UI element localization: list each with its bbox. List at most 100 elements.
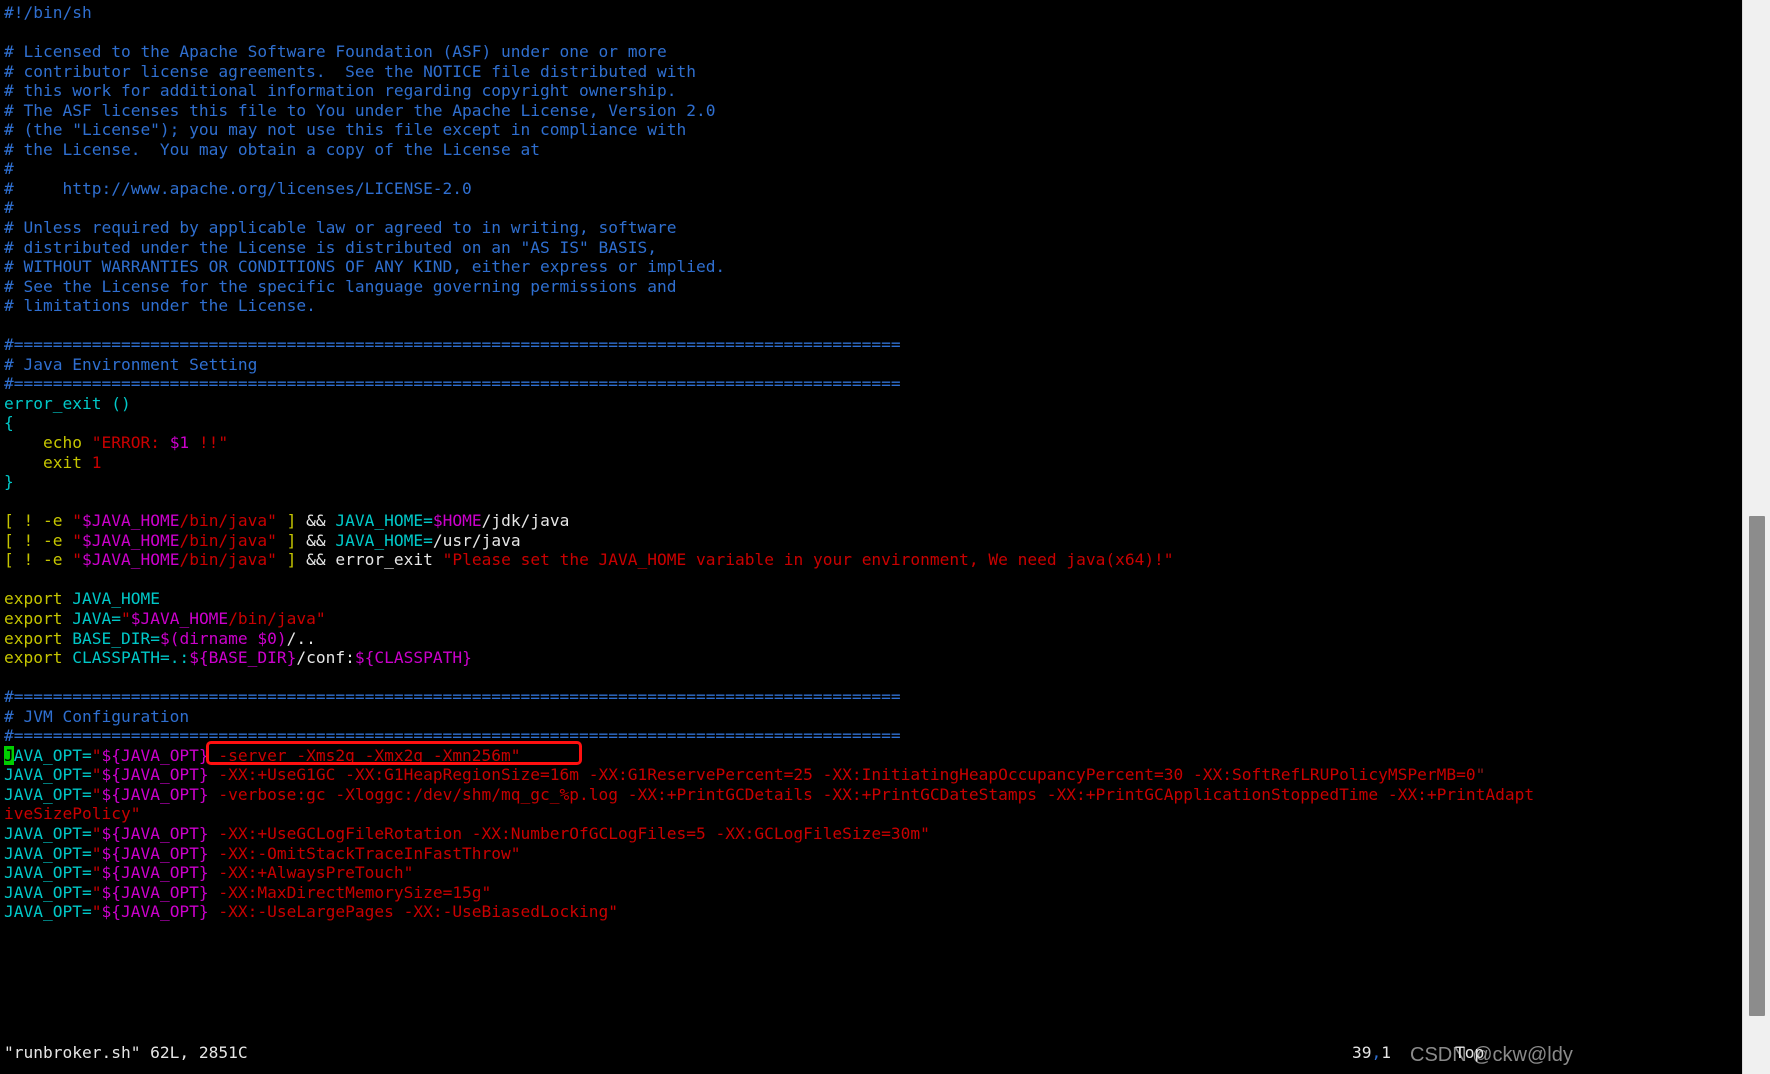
code-line[interactable]: # JVM Configuration	[4, 707, 1742, 727]
code-token: JAVA_OPT=	[4, 784, 92, 804]
code-line[interactable]: JAVA_OPT="${JAVA_OPT} -XX:MaxDirectMemor…	[4, 883, 1742, 903]
code-buffer[interactable]: #!/bin/sh # Licensed to the Apache Softw…	[4, 3, 1742, 922]
code-line[interactable]: # Licensed to the Apache Software Founda…	[4, 42, 1742, 62]
code-line[interactable]	[4, 668, 1742, 688]
code-token: ${BASE_DIR}	[189, 648, 297, 668]
code-token: JAVA_OPT=	[4, 765, 92, 785]
code-token: # limitations under the License.	[4, 296, 316, 316]
page-scrollbar[interactable]	[1742, 0, 1770, 1074]
code-token: export	[4, 608, 73, 628]
code-line[interactable]: error_exit ()	[4, 394, 1742, 414]
code-line[interactable]: # Java Environment Setting	[4, 355, 1742, 375]
code-line[interactable]: #	[4, 159, 1742, 179]
code-line[interactable]: JAVA_OPT="${JAVA_OPT} -XX:+UseGCLogFileR…	[4, 824, 1742, 844]
code-line[interactable]: export BASE_DIR=$(dirname $0)/..	[4, 629, 1742, 649]
scrollbar-thumb[interactable]	[1749, 516, 1765, 1016]
code-line[interactable]: # distributed under the License is distr…	[4, 238, 1742, 258]
code-line[interactable]: # See the License for the specific langu…	[4, 277, 1742, 297]
code-line[interactable]: #	[4, 198, 1742, 218]
code-line[interactable]: #!/bin/sh	[4, 3, 1742, 23]
code-line[interactable]: # contributor license agreements. See th…	[4, 62, 1742, 82]
code-line[interactable]: # http://www.apache.org/licenses/LICENSE…	[4, 179, 1742, 199]
code-line[interactable]: JAVA_OPT="${JAVA_OPT} -verbose:gc -Xlogg…	[4, 785, 1742, 805]
code-line[interactable]: # this work for additional information r…	[4, 81, 1742, 101]
code-token: # contributor license agreements. See th…	[4, 61, 696, 81]
code-line[interactable]: {	[4, 413, 1742, 433]
code-token: -XX:+UseGCLogFileRotation -XX:NumberOfGC…	[208, 823, 930, 843]
code-token: JAVA_OPT=	[4, 863, 92, 883]
code-token: "	[91, 902, 102, 922]
code-line[interactable]: # WITHOUT WARRANTIES OR CONDITIONS OF AN…	[4, 257, 1742, 277]
cursor-block: J	[4, 745, 14, 765]
code-line[interactable]: echo "ERROR: $1 !!"	[4, 433, 1742, 453]
code-token: exit	[42, 452, 92, 472]
code-line[interactable]	[4, 316, 1742, 336]
code-token: # See the License for the specific langu…	[4, 276, 677, 296]
vim-terminal[interactable]: #!/bin/sh # Licensed to the Apache Softw…	[0, 0, 1742, 1074]
code-token: JAVA_HOME=	[335, 511, 433, 531]
code-token: error_exit ()	[4, 393, 131, 413]
code-line[interactable]	[4, 492, 1742, 512]
code-token: export	[4, 628, 73, 648]
code-token: && error_exit	[306, 550, 443, 570]
code-line[interactable]: # Unless required by applicable law or a…	[4, 218, 1742, 238]
code-line[interactable]: JAVA_OPT="${JAVA_OPT} -XX:-OmitStackTrac…	[4, 844, 1742, 864]
code-token: "	[72, 511, 82, 531]
code-token: -XX:MaxDirectMemorySize=15g"	[208, 882, 492, 902]
code-token: {	[4, 413, 14, 433]
code-line[interactable]: [ ! -e "$JAVA_HOME/bin/java" ] && error_…	[4, 550, 1742, 570]
code-token: /bin/java"	[228, 608, 326, 628]
code-line[interactable]: exit 1	[4, 453, 1742, 473]
code-line[interactable]: export CLASSPATH=.:${BASE_DIR}/conf:${CL…	[4, 648, 1742, 668]
code-line[interactable]: export JAVA_HOME	[4, 589, 1742, 609]
code-token: -XX:+UseG1GC -XX:G1HeapRegionSize=16m -X…	[208, 765, 1476, 785]
code-line[interactable]: JAVA_OPT="${JAVA_OPT} -XX:+UseG1GC -XX:G…	[4, 765, 1742, 785]
code-token: # Licensed to the Apache Software Founda…	[4, 42, 667, 62]
code-token: JAVA_OPT=	[4, 902, 92, 922]
code-line[interactable]: JAVA_OPT="${JAVA_OPT} -XX:+AlwaysPreTouc…	[4, 863, 1742, 883]
code-token: "	[1475, 765, 1486, 785]
code-line[interactable]: #=======================================…	[4, 726, 1742, 746]
code-token: }	[4, 472, 14, 492]
code-token: # The ASF licenses this file to You unde…	[4, 100, 716, 120]
code-line[interactable]: }	[4, 472, 1742, 492]
code-line[interactable]	[4, 570, 1742, 590]
code-line[interactable]: JAVA_OPT="${JAVA_OPT} -XX:-UseLargePages…	[4, 902, 1742, 922]
code-token: iveSizePolicy"	[4, 804, 141, 824]
code-token: #	[4, 198, 14, 218]
code-token: # http://www.apache.org/licenses/LICENSE…	[4, 178, 472, 198]
code-line[interactable]: # the License. You may obtain a copy of …	[4, 140, 1742, 160]
code-token: #	[4, 159, 14, 179]
code-token: "	[91, 882, 102, 902]
code-line[interactable]	[4, 23, 1742, 43]
code-line[interactable]: # The ASF licenses this file to You unde…	[4, 101, 1742, 121]
code-line[interactable]: iveSizePolicy"	[4, 804, 1742, 824]
code-line[interactable]: #=======================================…	[4, 335, 1742, 355]
code-line[interactable]: #=======================================…	[4, 374, 1742, 394]
code-token: #=======================================…	[4, 726, 901, 746]
code-line[interactable]: [ ! -e "$JAVA_HOME/bin/java" ] && JAVA_H…	[4, 511, 1742, 531]
code-token: ]	[276, 550, 307, 570]
code-token: export	[4, 648, 73, 668]
code-line[interactable]: # (the "License"); you may not use this …	[4, 120, 1742, 140]
vim-ruler: 39,1	[1352, 1043, 1391, 1062]
code-token: [ ! -e	[4, 550, 73, 570]
code-token: $JAVA_HOME	[81, 530, 180, 550]
code-line[interactable]: export JAVA="$JAVA_HOME/bin/java"	[4, 609, 1742, 629]
code-line[interactable]: #=======================================…	[4, 687, 1742, 707]
code-token: $JAVA_HOME	[81, 550, 180, 570]
code-token: JAVA_OPT=	[4, 823, 92, 843]
code-line[interactable]: [ ! -e "$JAVA_HOME/bin/java" ] && JAVA_H…	[4, 531, 1742, 551]
code-token: "ERROR:	[91, 433, 170, 453]
code-line[interactable]: # limitations under the License.	[4, 296, 1742, 316]
code-token: $HOME	[432, 511, 482, 531]
code-token: ${JAVA_OPT}	[101, 745, 209, 765]
ruler-line: 39	[1352, 1043, 1372, 1062]
code-token: ${JAVA_OPT}	[101, 823, 209, 843]
code-token: ${JAVA_OPT}	[101, 843, 209, 863]
code-token: "Please set the JAVA_HOME variable in yo…	[442, 550, 1174, 570]
code-token: # Java Environment Setting	[4, 354, 258, 374]
code-line[interactable]: JAVA_OPT="${JAVA_OPT} -server -Xms2g -Xm…	[4, 745, 1742, 766]
code-token: #=======================================…	[4, 687, 901, 707]
